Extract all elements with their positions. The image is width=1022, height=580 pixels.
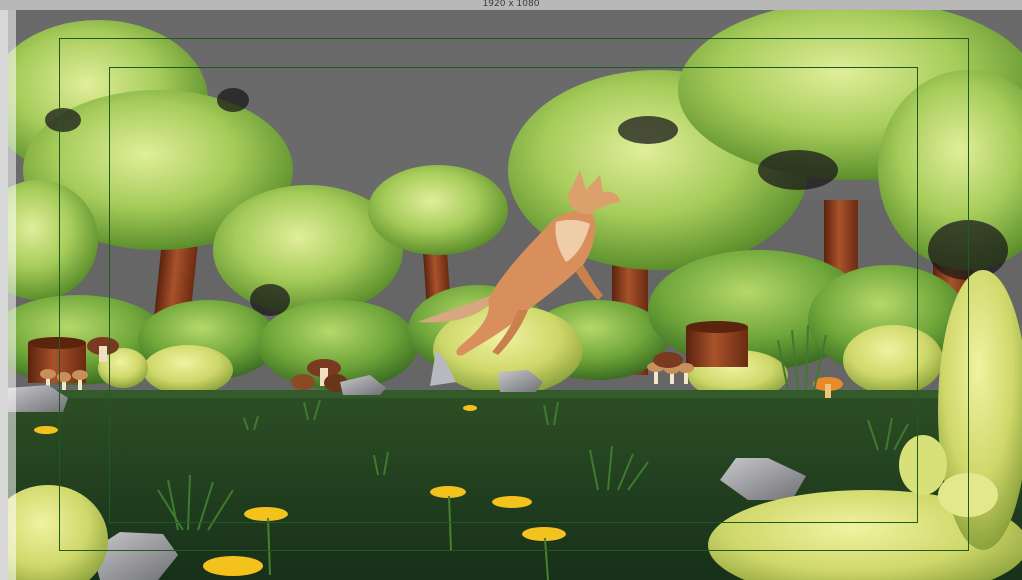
- viewport-edge: [0, 10, 8, 580]
- forest-scene-render: [8, 10, 1022, 580]
- camera-viewport[interactable]: 1920 x 1080: [0, 0, 1022, 580]
- camera-frame-overlay: [8, 10, 16, 580]
- resolution-gate-label: 1920 x 1080: [482, 0, 540, 9]
